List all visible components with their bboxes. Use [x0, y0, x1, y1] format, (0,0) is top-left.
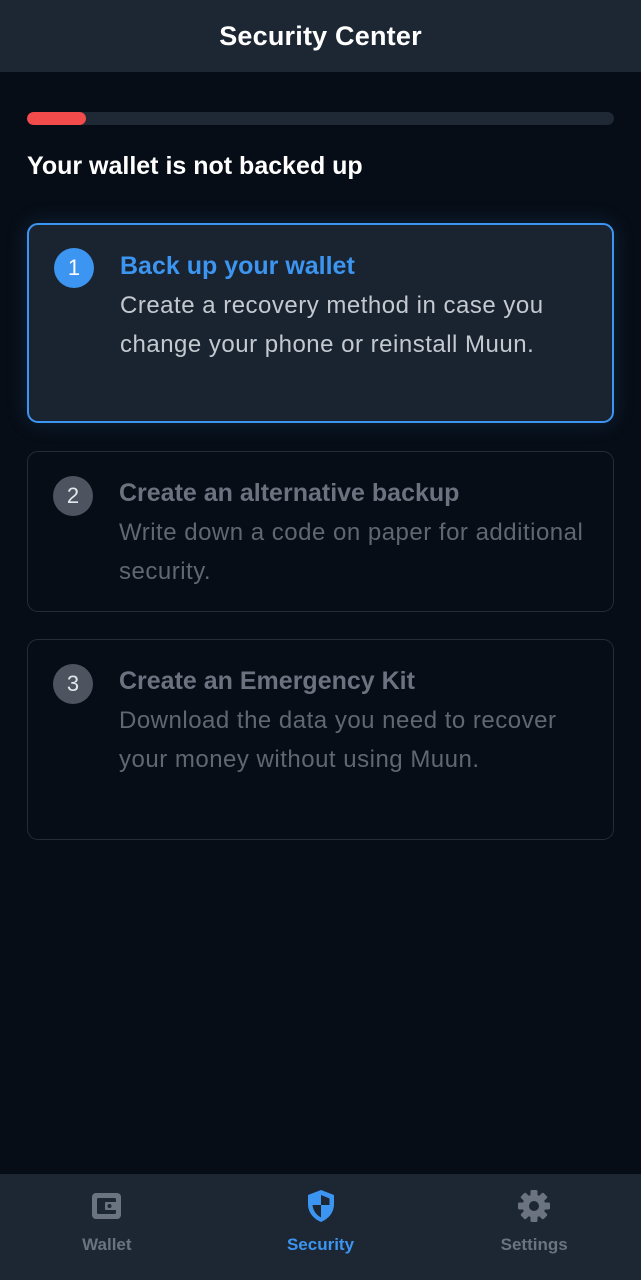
- task-description: Create a recovery method in case you cha…: [120, 292, 544, 358]
- backup-status-text: Your wallet is not backed up: [27, 152, 363, 180]
- shield-icon: [303, 1188, 339, 1224]
- backup-progress-fill: [27, 112, 86, 125]
- step-number-badge: 2: [53, 476, 93, 516]
- security-center-screen: Security Center Your wallet is not backe…: [0, 0, 641, 1280]
- task-card-backup-wallet[interactable]: 1 Back up your wallet Create a recovery …: [27, 223, 614, 423]
- app-header: Security Center: [0, 0, 641, 72]
- gear-icon: [516, 1188, 552, 1224]
- backup-progress-bar: [27, 112, 614, 125]
- step-number-badge: 1: [54, 248, 94, 288]
- task-title: Create an Emergency Kit: [119, 667, 415, 695]
- task-description: Download the data you need to recover yo…: [119, 707, 557, 773]
- task-card-emergency-kit[interactable]: 3 Create an Emergency Kit Download the d…: [27, 639, 614, 840]
- bottom-navigation: Wallet Security Settings: [0, 1174, 641, 1280]
- nav-tab-security[interactable]: Security: [214, 1174, 428, 1280]
- task-description: Write down a code on paper for additiona…: [119, 519, 584, 585]
- page-title: Security Center: [219, 20, 422, 51]
- task-card-alternative-backup[interactable]: 2 Create an alternative backup Write dow…: [27, 451, 614, 612]
- task-title: Create an alternative backup: [119, 479, 460, 507]
- nav-label: Security: [286, 1235, 355, 1254]
- nav-label: Wallet: [82, 1235, 132, 1254]
- wallet-icon: [89, 1188, 125, 1224]
- nav-tab-settings[interactable]: Settings: [427, 1174, 641, 1280]
- task-title: Back up your wallet: [120, 252, 355, 280]
- nav-label: Settings: [500, 1235, 568, 1254]
- step-number-badge: 3: [53, 664, 93, 704]
- nav-tab-wallet[interactable]: Wallet: [0, 1174, 214, 1280]
